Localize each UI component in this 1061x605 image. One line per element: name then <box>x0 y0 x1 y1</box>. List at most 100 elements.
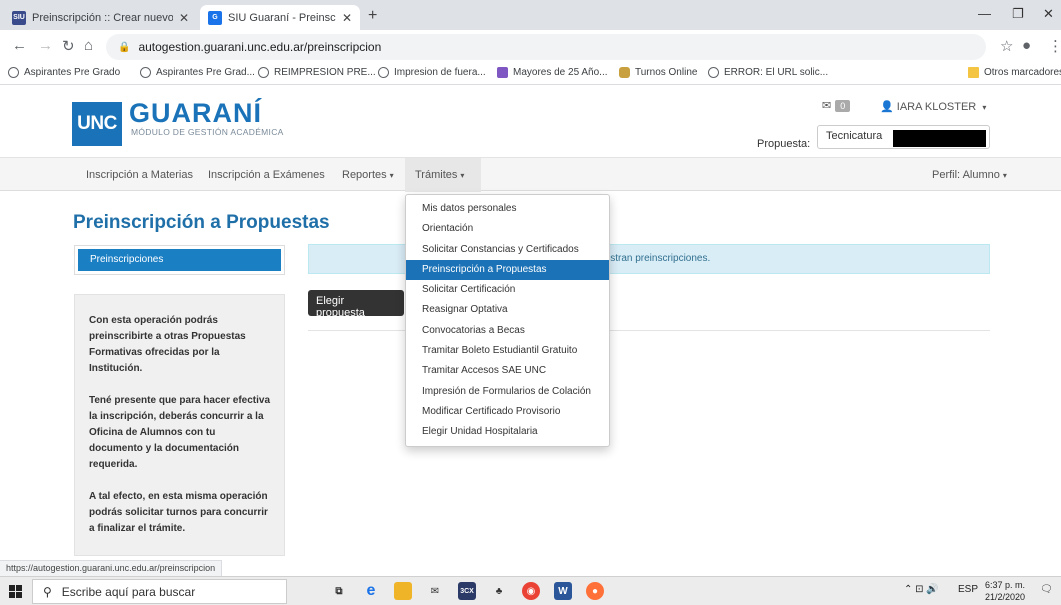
chrome-icon[interactable]: ◉ <box>522 582 540 600</box>
browser-tab-guarani[interactable]: G SIU Guaraní - Preinscripción a Pr ✕ <box>200 5 360 30</box>
language-indicator[interactable]: ESP <box>958 584 978 595</box>
menu-icon[interactable]: ⋮ <box>1048 37 1061 55</box>
menu-item-constancias[interactable]: Solicitar Constancias y Certificados <box>406 240 609 260</box>
menu-item-reasignar-optativa[interactable]: Reasignar Optativa <box>406 300 609 320</box>
bookmark-item[interactable]: Impresion de fuera... <box>378 67 486 78</box>
tray-icons[interactable]: ⌃ ⊡ 🔊 <box>904 584 939 595</box>
close-tab-icon[interactable]: ✕ <box>179 11 189 25</box>
tab-label: Preinscripción :: Crear nuevo usu <box>32 11 173 24</box>
messages-count-badge: 0 <box>835 99 851 112</box>
windows-taskbar: ⚲ Escribe aquí para buscar ⧉ e ✉ 3CX ♣ ◉… <box>0 576 1061 605</box>
bookmark-item[interactable]: Aspirantes Pre Grad... <box>140 67 255 78</box>
nav-inscripcion-materias[interactable]: Inscripción a Materias <box>76 158 203 192</box>
owl-icon <box>619 67 630 78</box>
menu-item-boleto[interactable]: Tramitar Boleto Estudiantil Gratuito <box>406 341 609 361</box>
browser-tab-strip: SIU Preinscripción :: Crear nuevo usu ✕ … <box>0 0 1061 30</box>
propuesta-value: Tecnicatura <box>826 130 883 142</box>
menu-item-colacion[interactable]: Impresión de Formularios de Colación <box>406 382 609 402</box>
bookmark-label: Aspirantes Pre Grad... <box>156 67 255 78</box>
user-name: IARA KLOSTER <box>896 101 977 113</box>
guarani-favicon-icon: G <box>208 10 222 25</box>
globe-icon <box>8 67 19 78</box>
caret-down-icon: ▾ <box>389 171 394 180</box>
folder-icon <box>968 67 979 78</box>
firefox-icon[interactable]: ● <box>586 582 604 600</box>
menu-item-becas[interactable]: Convocatorias a Becas <box>406 321 609 341</box>
nav-perfil[interactable]: Perfil: Alumno ▾ <box>922 158 1017 192</box>
url-text: autogestion.guarani.unc.edu.ar/preinscri… <box>138 40 382 54</box>
main-nav: Inscripción a Materias Inscripción a Exá… <box>0 157 1061 192</box>
site-header: UNC GUARANÍ MÓDULO DE GESTIÓN ACADÉMICA … <box>0 85 1061 157</box>
menu-item-sae[interactable]: Tramitar Accesos SAE UNC <box>406 361 609 381</box>
info-paragraph: A tal efecto, en esta misma operación po… <box>89 491 268 534</box>
menu-item-orientacion[interactable]: Orientación <box>406 219 609 239</box>
store-icon[interactable]: ✉ <box>426 582 444 600</box>
taskbar-search[interactable]: ⚲ Escribe aquí para buscar <box>32 579 287 604</box>
bookmark-item[interactable]: Mayores de 25 Año... <box>497 67 608 78</box>
globe-icon <box>708 67 719 78</box>
clock-date: 21/2/2020 <box>985 592 1026 602</box>
edge-icon[interactable]: e <box>362 582 380 600</box>
back-icon[interactable]: ← <box>12 37 27 54</box>
bookmarks-bar: Aspirantes Pre Grado Aspirantes Pre Grad… <box>0 63 1061 85</box>
menu-item-preinscripcion[interactable]: Preinscripción a Propuestas <box>406 259 609 281</box>
bookmark-label: Otros marcadores <box>984 67 1061 78</box>
new-tab-icon[interactable]: + <box>368 7 377 25</box>
address-bar[interactable]: 🔒 autogestion.guarani.unc.edu.ar/preinsc… <box>106 34 986 60</box>
task-view-icon[interactable]: ⧉ <box>330 582 348 600</box>
bookmark-label: Impresion de fuera... <box>394 67 486 78</box>
caret-down-icon: ▾ <box>982 103 987 112</box>
tab-label: SIU Guaraní - Preinscripción a Pr <box>228 11 336 24</box>
minimize-icon[interactable]: — <box>978 6 991 21</box>
other-bookmarks[interactable]: Otros marcadores <box>968 67 1061 78</box>
forward-icon[interactable]: → <box>38 37 53 54</box>
close-tab-icon[interactable]: ✕ <box>342 11 352 25</box>
bookmark-item[interactable]: Turnos Online <box>619 67 697 78</box>
bookmark-label: Aspirantes Pre Grado <box>24 67 121 78</box>
elegir-propuesta-button[interactable]: Elegir propuesta <box>308 290 404 319</box>
bookmark-label: Turnos Online <box>635 67 698 78</box>
alert-text: istran preinscripciones. <box>608 253 711 264</box>
guarani-logo[interactable]: GUARANÍ <box>129 98 262 129</box>
close-window-icon[interactable]: ✕ <box>1043 6 1054 22</box>
status-url: https://autogestion.guarani.unc.edu.ar/p… <box>0 560 223 576</box>
side-tab-container: Preinscripciones <box>74 245 285 275</box>
bookmark-label: ERROR: El URL solic... <box>724 67 829 78</box>
nav-reportes[interactable]: Reportes ▾ <box>332 158 404 192</box>
messages-button[interactable]: ✉ 0 <box>822 99 851 112</box>
notifications-icon[interactable]: 🗨 <box>1040 584 1053 595</box>
perfil-label: Perfil: Alumno <box>932 169 1000 181</box>
file-explorer-icon[interactable] <box>394 582 412 600</box>
menu-item-unidad-hospitalaria[interactable]: Elegir Unidad Hospitalaria <box>406 422 609 442</box>
form-icon <box>497 67 508 78</box>
bookmark-item[interactable]: REIMPRESION PRE... <box>258 67 376 78</box>
caret-down-icon: ▾ <box>460 171 465 180</box>
restore-icon[interactable]: ❐ <box>1012 6 1024 22</box>
app-3cx-icon[interactable]: 3CX <box>458 582 476 600</box>
reload-icon[interactable]: ↻ <box>62 37 75 55</box>
siu-favicon-icon: SIU <box>12 10 26 25</box>
propuesta-label: Propuesta: <box>757 138 811 150</box>
nav-tramites[interactable]: Trámites ▾ <box>405 158 481 192</box>
bookmark-item[interactable]: ERROR: El URL solic... <box>708 67 828 78</box>
menu-item-solicitar-certificacion[interactable]: Solicitar Certificación <box>406 280 609 300</box>
redacted-block <box>893 130 986 147</box>
menu-item-mis-datos[interactable]: Mis datos personales <box>406 199 609 219</box>
search-placeholder: Escribe aquí para buscar <box>61 584 196 599</box>
unc-logo[interactable]: UNC <box>72 102 122 146</box>
bookmark-star-icon[interactable]: ☆ <box>1000 37 1013 55</box>
menu-item-certificado-provisorio[interactable]: Modificar Certificado Provisorio <box>406 402 609 422</box>
account-icon[interactable]: ● <box>1022 37 1031 54</box>
windows-start-icon[interactable] <box>9 585 22 598</box>
nav-label: Reportes <box>342 169 387 181</box>
side-tab-preinscripciones[interactable]: Preinscripciones <box>78 249 281 271</box>
bookmark-item[interactable]: Aspirantes Pre Grado <box>8 67 120 78</box>
nav-inscripcion-examenes[interactable]: Inscripción a Exámenes <box>198 158 335 192</box>
word-icon[interactable]: W <box>554 582 572 600</box>
browser-tab-preinscripcion[interactable]: SIU Preinscripción :: Crear nuevo usu ✕ <box>4 5 197 30</box>
clock-time: 6:37 p. m. <box>985 580 1026 590</box>
user-menu[interactable]: 👤 IARA KLOSTER ▾ <box>880 100 986 113</box>
cards-icon[interactable]: ♣ <box>490 582 508 600</box>
home-icon[interactable]: ⌂ <box>84 37 93 54</box>
clock[interactable]: 6:37 p. m. 21/2/2020 <box>985 579 1025 603</box>
